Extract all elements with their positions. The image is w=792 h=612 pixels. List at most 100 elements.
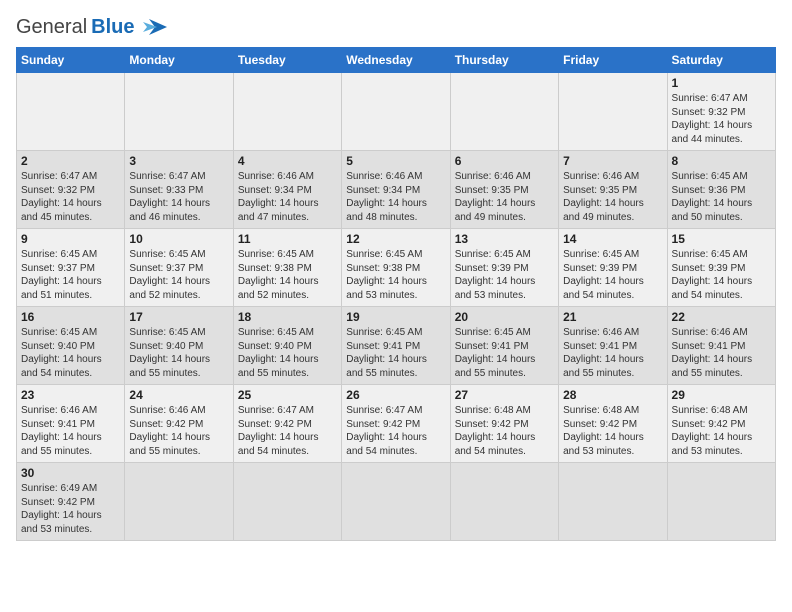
- calendar-cell: [559, 73, 667, 151]
- day-info: Sunrise: 6:46 AM Sunset: 9:35 PM Dayligh…: [455, 171, 536, 223]
- day-info: Sunrise: 6:45 AM Sunset: 9:41 PM Dayligh…: [346, 327, 427, 379]
- day-info: Sunrise: 6:47 AM Sunset: 9:32 PM Dayligh…: [672, 93, 753, 145]
- calendar-cell: [125, 73, 233, 151]
- calendar-cell: 19 Sunrise: 6:45 AM Sunset: 9:41 PM Dayli…: [342, 307, 450, 385]
- day-info: Sunrise: 6:45 AM Sunset: 9:40 PM Dayligh…: [21, 327, 102, 379]
- calendar-cell: [667, 463, 775, 541]
- day-number: 13: [455, 232, 554, 246]
- day-number: 5: [346, 154, 445, 168]
- calendar-cell: [17, 73, 125, 151]
- calendar-cell: 6 Sunrise: 6:46 AM Sunset: 9:35 PM Daylig…: [450, 151, 558, 229]
- calendar-cell: [450, 463, 558, 541]
- calendar-cell: 10 Sunrise: 6:45 AM Sunset: 9:37 PM Dayli…: [125, 229, 233, 307]
- logo: General Blue: [16, 16, 171, 39]
- calendar-cell: 21 Sunrise: 6:46 AM Sunset: 9:41 PM Dayli…: [559, 307, 667, 385]
- day-info: Sunrise: 6:45 AM Sunset: 9:39 PM Dayligh…: [455, 249, 536, 301]
- day-number: 21: [563, 310, 662, 324]
- calendar-cell: 16 Sunrise: 6:45 AM Sunset: 9:40 PM Dayli…: [17, 307, 125, 385]
- day-info: Sunrise: 6:45 AM Sunset: 9:38 PM Dayligh…: [346, 249, 427, 301]
- calendar-header: SundayMondayTuesdayWednesdayThursdayFrid…: [17, 48, 776, 73]
- day-number: 15: [672, 232, 771, 246]
- day-info: Sunrise: 6:45 AM Sunset: 9:40 PM Dayligh…: [129, 327, 210, 379]
- day-number: 6: [455, 154, 554, 168]
- calendar-cell: 5 Sunrise: 6:46 AM Sunset: 9:34 PM Daylig…: [342, 151, 450, 229]
- calendar-cell: [342, 73, 450, 151]
- day-number: 22: [672, 310, 771, 324]
- day-info: Sunrise: 6:46 AM Sunset: 9:41 PM Dayligh…: [672, 327, 753, 379]
- day-number: 24: [129, 388, 228, 402]
- day-info: Sunrise: 6:47 AM Sunset: 9:42 PM Dayligh…: [346, 405, 427, 457]
- day-info: Sunrise: 6:45 AM Sunset: 9:39 PM Dayligh…: [563, 249, 644, 301]
- day-info: Sunrise: 6:47 AM Sunset: 9:33 PM Dayligh…: [129, 171, 210, 223]
- day-info: Sunrise: 6:45 AM Sunset: 9:41 PM Dayligh…: [455, 327, 536, 379]
- day-number: 8: [672, 154, 771, 168]
- calendar-cell: 13 Sunrise: 6:45 AM Sunset: 9:39 PM Dayli…: [450, 229, 558, 307]
- day-number: 7: [563, 154, 662, 168]
- calendar-cell: [125, 463, 233, 541]
- day-of-week-tuesday: Tuesday: [233, 48, 341, 73]
- day-number: 12: [346, 232, 445, 246]
- calendar-cell: 8 Sunrise: 6:45 AM Sunset: 9:36 PM Daylig…: [667, 151, 775, 229]
- day-info: Sunrise: 6:45 AM Sunset: 9:37 PM Dayligh…: [129, 249, 210, 301]
- day-number: 30: [21, 466, 120, 480]
- logo-icon: [139, 17, 171, 39]
- day-of-week-saturday: Saturday: [667, 48, 775, 73]
- day-info: Sunrise: 6:46 AM Sunset: 9:42 PM Dayligh…: [129, 405, 210, 457]
- day-number: 9: [21, 232, 120, 246]
- calendar-cell: 15 Sunrise: 6:45 AM Sunset: 9:39 PM Dayli…: [667, 229, 775, 307]
- day-info: Sunrise: 6:45 AM Sunset: 9:39 PM Dayligh…: [672, 249, 753, 301]
- day-info: Sunrise: 6:47 AM Sunset: 9:42 PM Dayligh…: [238, 405, 319, 457]
- logo-general: General: [16, 16, 87, 39]
- day-of-week-sunday: Sunday: [17, 48, 125, 73]
- day-number: 23: [21, 388, 120, 402]
- calendar-cell: [233, 73, 341, 151]
- day-of-week-thursday: Thursday: [450, 48, 558, 73]
- day-info: Sunrise: 6:45 AM Sunset: 9:37 PM Dayligh…: [21, 249, 102, 301]
- calendar-cell: 24 Sunrise: 6:46 AM Sunset: 9:42 PM Dayli…: [125, 385, 233, 463]
- day-info: Sunrise: 6:48 AM Sunset: 9:42 PM Dayligh…: [563, 405, 644, 457]
- calendar-cell: [450, 73, 558, 151]
- calendar-cell: [233, 463, 341, 541]
- day-info: Sunrise: 6:45 AM Sunset: 9:38 PM Dayligh…: [238, 249, 319, 301]
- day-number: 3: [129, 154, 228, 168]
- day-number: 2: [21, 154, 120, 168]
- header: General Blue: [16, 16, 776, 39]
- day-number: 10: [129, 232, 228, 246]
- day-number: 28: [563, 388, 662, 402]
- calendar-cell: 14 Sunrise: 6:45 AM Sunset: 9:39 PM Dayli…: [559, 229, 667, 307]
- calendar-cell: 25Sunrise: 6:47 AM Sunset: 9:42 PM Dayli…: [233, 385, 341, 463]
- day-number: 4: [238, 154, 337, 168]
- day-number: 19: [346, 310, 445, 324]
- calendar-cell: 29Sunrise: 6:48 AM Sunset: 9:42 PM Dayli…: [667, 385, 775, 463]
- day-info: Sunrise: 6:46 AM Sunset: 9:34 PM Dayligh…: [238, 171, 319, 223]
- day-number: 1: [672, 76, 771, 90]
- day-info: Sunrise: 6:46 AM Sunset: 9:34 PM Dayligh…: [346, 171, 427, 223]
- calendar-cell: 26Sunrise: 6:47 AM Sunset: 9:42 PM Dayli…: [342, 385, 450, 463]
- day-number: 18: [238, 310, 337, 324]
- day-info: Sunrise: 6:45 AM Sunset: 9:40 PM Dayligh…: [238, 327, 319, 379]
- day-info: Sunrise: 6:48 AM Sunset: 9:42 PM Dayligh…: [672, 405, 753, 457]
- calendar-cell: 3 Sunrise: 6:47 AM Sunset: 9:33 PM Daylig…: [125, 151, 233, 229]
- calendar-cell: 11 Sunrise: 6:45 AM Sunset: 9:38 PM Dayli…: [233, 229, 341, 307]
- calendar-cell: 22 Sunrise: 6:46 AM Sunset: 9:41 PM Dayli…: [667, 307, 775, 385]
- logo-blue: Blue: [91, 16, 134, 39]
- day-of-week-friday: Friday: [559, 48, 667, 73]
- day-number: 16: [21, 310, 120, 324]
- day-number: 17: [129, 310, 228, 324]
- calendar-cell: 12 Sunrise: 6:45 AM Sunset: 9:38 PM Dayli…: [342, 229, 450, 307]
- day-info: Sunrise: 6:45 AM Sunset: 9:36 PM Dayligh…: [672, 171, 753, 223]
- calendar-cell: 4 Sunrise: 6:46 AM Sunset: 9:34 PM Daylig…: [233, 151, 341, 229]
- calendar-cell: 18 Sunrise: 6:45 AM Sunset: 9:40 PM Dayli…: [233, 307, 341, 385]
- day-number: 14: [563, 232, 662, 246]
- calendar-cell: 2Sunrise: 6:47 AM Sunset: 9:32 PM Daylig…: [17, 151, 125, 229]
- calendar-cell: 9 Sunrise: 6:45 AM Sunset: 9:37 PM Daylig…: [17, 229, 125, 307]
- day-info: Sunrise: 6:49 AM Sunset: 9:42 PM Dayligh…: [21, 483, 102, 535]
- calendar-cell: [342, 463, 450, 541]
- calendar-cell: 30 Sunrise: 6:49 AM Sunset: 9:42 PM Dayli…: [17, 463, 125, 541]
- day-info: Sunrise: 6:48 AM Sunset: 9:42 PM Dayligh…: [455, 405, 536, 457]
- day-info: Sunrise: 6:46 AM Sunset: 9:41 PM Dayligh…: [563, 327, 644, 379]
- day-number: 11: [238, 232, 337, 246]
- calendar-cell: 20Sunrise: 6:45 AM Sunset: 9:41 PM Dayli…: [450, 307, 558, 385]
- calendar-cell: 28 Sunrise: 6:48 AM Sunset: 9:42 PM Dayli…: [559, 385, 667, 463]
- day-info: Sunrise: 6:46 AM Sunset: 9:35 PM Dayligh…: [563, 171, 644, 223]
